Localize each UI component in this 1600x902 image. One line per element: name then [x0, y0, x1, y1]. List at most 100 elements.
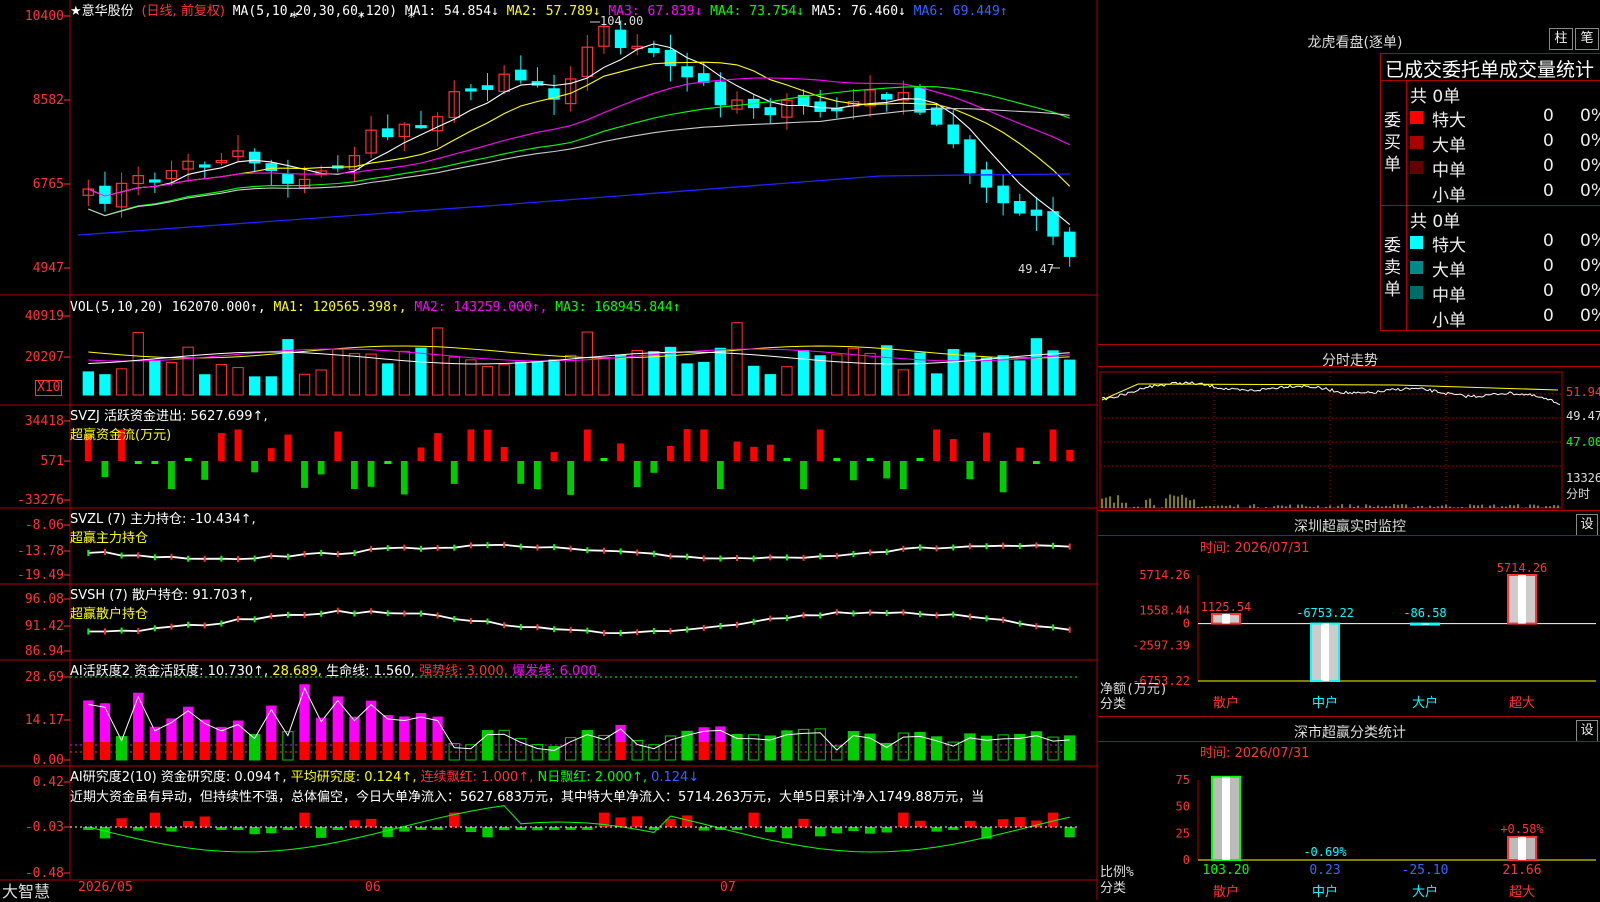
candle-body — [1014, 201, 1026, 214]
flow-bar — [650, 461, 658, 473]
lhb-row-percent: 0% — [1580, 181, 1600, 201]
lhb-row-percent: 0% — [1580, 131, 1600, 151]
research-bar — [349, 820, 360, 827]
lhb-row-name: 特大 — [1432, 236, 1466, 256]
flow-bar — [983, 432, 990, 461]
ma-items-item: MA6: 69.449↑ — [913, 4, 1008, 19]
intraday-label-mode: 分时 — [1566, 487, 1590, 501]
research-bar — [781, 827, 793, 839]
color-swatch — [1410, 261, 1423, 274]
tick-button[interactable]: 笔 — [1575, 28, 1599, 50]
y-tick-label: 6765 — [33, 177, 64, 192]
ma-items-item: MA4: 73.754↓ — [710, 4, 812, 19]
volume-bar — [332, 348, 344, 396]
flow-bar — [949, 439, 957, 461]
high-price-label: 104.00 — [600, 14, 644, 28]
divider — [1380, 205, 1600, 206]
ai2-header: AI研究度2(10) 资金研究度: 0.094↑, 平均研究度: 0.124↑,… — [70, 766, 699, 785]
candle-body — [265, 163, 278, 172]
volume-bar — [99, 374, 111, 396]
svzl-line2: 超赢主力持仓 — [70, 531, 149, 546]
volume-bar — [681, 363, 693, 396]
activity-bar — [565, 737, 577, 761]
flow-bar — [484, 429, 491, 461]
volume-bar — [415, 347, 427, 396]
ai2-items-item: 连续飘红: 1.000↑, — [420, 770, 538, 785]
volume-bar — [997, 355, 1009, 396]
y-tick-label: -0.03 — [25, 820, 64, 835]
research-bar — [182, 821, 194, 827]
flow-bar — [916, 458, 924, 461]
lhb-tabs[interactable]: 已成交委托单成交量统计 — [1385, 55, 1594, 82]
monitor-settings-button[interactable]: 设 — [1576, 514, 1598, 536]
research-bar — [316, 827, 327, 838]
volume-bar — [897, 369, 910, 396]
ai2-items-item: AI研究度2(10) 资金研究度: 0.094↑, — [70, 770, 291, 785]
candle-body — [947, 124, 960, 145]
flow-bar — [301, 461, 308, 488]
research-bar — [615, 817, 626, 827]
flow-bar — [783, 458, 791, 461]
volume-bar — [132, 332, 144, 396]
lhb-row-name: 小单 — [1432, 186, 1466, 206]
lhb-row-percent: 0% — [1580, 156, 1600, 176]
low-price-label: 49.47 — [1018, 262, 1055, 276]
monitor-bar-highlight — [1518, 575, 1526, 624]
volume-bar — [581, 331, 593, 396]
flow-bar — [134, 461, 142, 464]
volume-bar — [348, 353, 361, 396]
flow-bar — [833, 458, 841, 461]
candle-body — [697, 73, 710, 83]
main-chart-header: ★意华股份 (日线, 前复权) MA(5,10,20,30,60,120) MA… — [70, 0, 1008, 19]
bar-button[interactable]: 柱 — [1549, 28, 1573, 50]
ai1-header: AI活跃度2 资金活跃度: 10.730↑, 28.689, 生命线: 1.56… — [70, 660, 601, 679]
candle-body — [930, 107, 943, 125]
y-tick-label: 20207 — [25, 350, 64, 365]
intraday-chart[interactable]: 51.94 49.47 47.00 13326 分时 — [1098, 370, 1600, 510]
lhb-row-name: 小单 — [1432, 311, 1466, 331]
ma-items-item: MA2: 57.789↓ — [506, 4, 609, 19]
classify-value-label: -25.10 — [1402, 863, 1449, 878]
lhb-row-name: 中单 — [1432, 161, 1466, 181]
volume-bar — [481, 366, 494, 396]
monitor-value-label: -6753.22 — [1296, 606, 1354, 620]
color-swatch — [1410, 136, 1423, 149]
lhb-row-name: 大单 — [1432, 261, 1466, 281]
candle-body — [964, 139, 976, 174]
y-tick-label: 0.42 — [33, 775, 64, 790]
research-bar — [382, 827, 393, 837]
volume-bar — [365, 353, 377, 396]
flow-bar — [1049, 429, 1057, 461]
classify-y-tick: 75 — [1176, 773, 1190, 787]
main-chart-area[interactable]: 10400 8582 6765 4947 40919 20207 34418 571 -3327… — [0, 0, 1098, 900]
color-swatch — [1410, 286, 1423, 299]
monitor-bar-highlight — [1421, 623, 1429, 625]
svzj-header: SVZJ 活跃资金进出: 5627.699↑, 超赢资金流(万元) — [70, 405, 268, 443]
monitor-y-title: 净额(万元) — [1100, 682, 1168, 697]
volume-bar — [315, 369, 327, 396]
research-bar — [698, 827, 709, 831]
research-bar — [199, 816, 210, 827]
intraday-label-high: 51.94 — [1566, 385, 1600, 399]
color-swatch — [1410, 236, 1423, 249]
sell-total: 共 0单 — [1410, 212, 1461, 232]
activity-bar — [232, 720, 244, 742]
classify-category-label: 大户 — [1412, 884, 1438, 900]
flow-bar — [201, 461, 209, 480]
candle-body — [614, 29, 627, 49]
vol-unit-label: X10 — [35, 380, 63, 396]
lhb-row: 特大 0 0% — [1408, 106, 1600, 131]
flow-bar — [883, 461, 891, 479]
monitor-category-label: 中户 — [1312, 695, 1338, 711]
classify-settings-button[interactable]: 设 — [1576, 720, 1598, 742]
x-label-jul: 07 — [720, 880, 736, 895]
volume-bar — [182, 346, 194, 396]
volume-bar — [764, 374, 776, 396]
activity-bar — [515, 737, 527, 761]
activity-bar-base — [365, 742, 377, 760]
monitor-category-label: 超大 — [1509, 696, 1535, 711]
volume-bar — [1014, 360, 1026, 396]
ai1-items-item: 生命线: 1.560, — [326, 664, 420, 679]
svzj-line1: SVZJ 活跃资金进出: 5627.699↑, — [70, 409, 268, 424]
lhb-row-name: 中单 — [1432, 286, 1466, 306]
